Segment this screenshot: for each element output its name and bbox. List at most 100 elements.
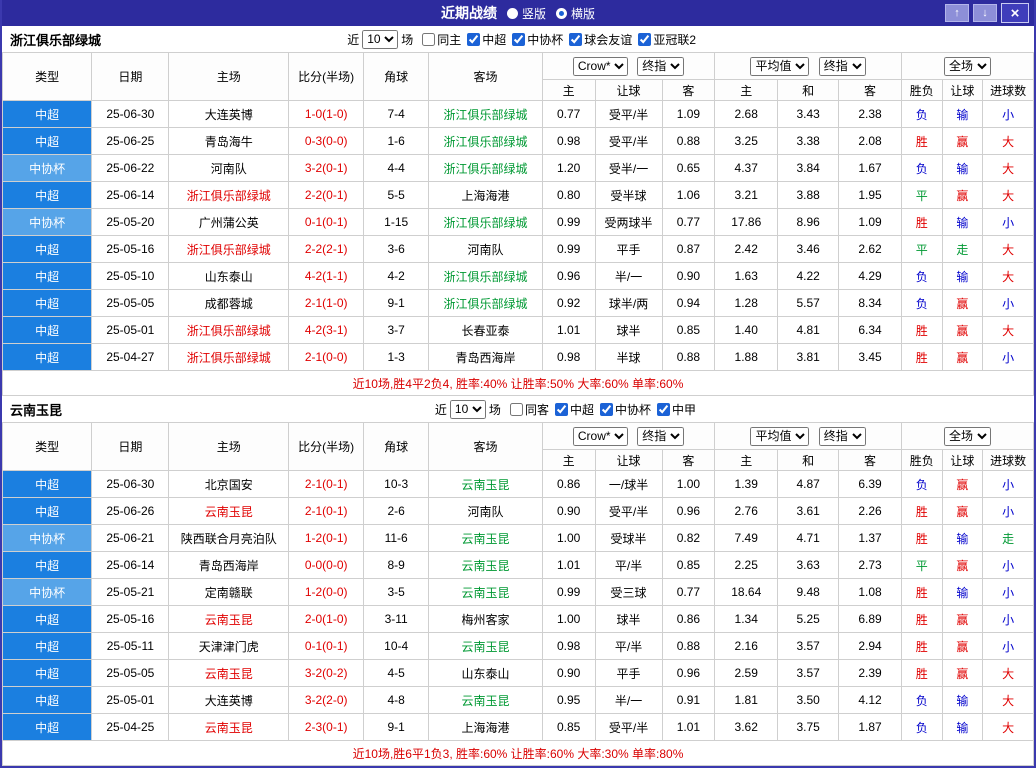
result-goals: 小: [982, 551, 1034, 579]
filter-checkbox-input[interactable]: [509, 402, 523, 416]
handicap-time-select[interactable]: 终指: [637, 426, 685, 446]
away-team: 河南队: [428, 235, 543, 263]
filter-checkbox-input[interactable]: [569, 32, 583, 46]
eu-draw-odds: 5.57: [777, 289, 840, 317]
match-type: 中超: [1, 235, 93, 263]
result-wdl: 胜: [900, 208, 943, 236]
ah-away-odds: 0.86: [661, 605, 716, 633]
filter-亚冠联2[interactable]: 亚冠联2: [638, 31, 696, 48]
filter-checkboxes: 同客 中超 中协杯 中甲: [504, 401, 696, 418]
corner-score: 1-15: [363, 208, 430, 236]
filter-checkbox-label: 中超: [482, 32, 507, 47]
col-ah-away: 客: [661, 79, 716, 101]
scope-select[interactable]: 全场: [943, 426, 991, 446]
ah-home-odds: 0.92: [541, 289, 596, 317]
filter-中超[interactable]: 中超: [467, 31, 506, 48]
col-eu-home: 主: [714, 79, 779, 101]
filter-中超[interactable]: 中超: [554, 401, 594, 418]
europe-time-select[interactable]: 终指: [818, 426, 866, 446]
match-type: 中超: [1, 632, 93, 660]
eu-home-odds: 1.40: [714, 316, 779, 344]
ah-home-odds: 1.20: [541, 154, 596, 182]
matches-table: 类型 日期 主场 比分(半场) 角球 客场 Crow* 终指 平均值 终指 全场…: [1, 52, 1035, 396]
match-type: 中超: [1, 497, 93, 525]
result-handicap: 输: [941, 713, 984, 741]
scroll-up-button[interactable]: ↑: [945, 4, 969, 22]
match-type: 中协杯: [1, 578, 93, 606]
col-goals-result: 进球数: [982, 449, 1034, 471]
scroll-down-button[interactable]: ↓: [973, 4, 997, 22]
score: 0-1(0-1): [288, 208, 365, 236]
down-arrow-icon: ↓: [982, 6, 988, 19]
view-option-horizontal[interactable]: 横版: [556, 5, 595, 22]
filter-checkbox-input[interactable]: [422, 32, 436, 46]
filter-同主[interactable]: 同主: [422, 31, 461, 48]
bookmaker-select[interactable]: Crow*: [572, 426, 628, 446]
result-handicap: 赢: [941, 605, 984, 633]
result-goals: 小: [982, 208, 1034, 236]
away-team: 浙江俱乐部绿城: [428, 208, 543, 236]
ah-home-odds: 0.99: [541, 235, 596, 263]
filter-checkbox-input[interactable]: [638, 32, 652, 46]
title-group: 近期战绩 竖版 横版: [441, 3, 595, 23]
ah-away-odds: 0.96: [661, 497, 716, 525]
ah-away-odds: 1.01: [661, 713, 716, 741]
filters: 近 10 场 同客 中超 中协杯 中甲: [435, 399, 696, 419]
ah-line: 半/一: [594, 686, 663, 714]
eu-draw-odds: 4.22: [777, 262, 840, 290]
col-score: 比分(半场): [288, 52, 365, 101]
europe-source-select[interactable]: 平均值: [750, 56, 810, 76]
view-option-vertical[interactable]: 竖版: [506, 5, 546, 22]
result-goals: 大: [982, 316, 1034, 344]
filter-中协杯[interactable]: 中协杯: [512, 31, 563, 48]
scope-select[interactable]: 全场: [943, 56, 991, 76]
col-ah-away: 客: [661, 449, 716, 471]
ah-line: 半/一: [594, 262, 663, 290]
matches-table: 类型 日期 主场 比分(半场) 角球 客场 Crow* 终指 平均值 终指 全场…: [1, 422, 1035, 766]
col-home: 主场: [168, 422, 290, 471]
bookmaker-select[interactable]: Crow*: [572, 56, 628, 76]
home-team: 云南玉昆: [168, 713, 290, 741]
result-goals: 小: [982, 343, 1034, 371]
result-wdl: 胜: [900, 343, 943, 371]
match-count-select[interactable]: 10: [449, 399, 486, 419]
match-date: 25-04-27: [91, 343, 170, 371]
filter-checkbox-input[interactable]: [512, 32, 526, 46]
match-row: 中超 25-06-14 浙江俱乐部绿城 2-2(0-1) 5-5 上海海港 0.80 受半球 1…: [1, 181, 1034, 209]
filter-checkbox-input[interactable]: [599, 402, 613, 416]
filter-checkbox-input[interactable]: [467, 32, 481, 46]
home-team: 广州蒲公英: [168, 208, 290, 236]
result-handicap: 赢: [941, 659, 984, 687]
close-button[interactable]: ×: [1001, 3, 1029, 23]
filter-同客[interactable]: 同客: [509, 401, 549, 418]
titlebar: 近期战绩 竖版 横版 ↑ ↓ ×: [2, 0, 1034, 26]
match-date: 25-05-01: [91, 316, 170, 344]
europe-source-select[interactable]: 平均值: [750, 426, 810, 446]
away-team: 青岛西海岸: [428, 343, 543, 371]
filter-球会友谊[interactable]: 球会友谊: [569, 31, 632, 48]
eu-home-odds: 1.34: [714, 605, 779, 633]
result-goals: 大: [982, 686, 1034, 714]
eu-draw-odds: 3.57: [777, 632, 840, 660]
europe-time-select[interactable]: 终指: [818, 56, 866, 76]
filter-中协杯[interactable]: 中协杯: [599, 401, 651, 418]
col-ah-home: 主: [541, 79, 596, 101]
col-ah-home: 主: [541, 449, 596, 471]
corner-score: 10-4: [363, 632, 430, 660]
corner-score: 11-6: [363, 524, 430, 552]
filter-checkbox-input[interactable]: [554, 402, 568, 416]
filter-checkbox-input[interactable]: [656, 402, 670, 416]
result-handicap: 输: [941, 208, 984, 236]
ah-home-odds: 0.90: [541, 659, 596, 687]
result-handicap: 赢: [941, 289, 984, 317]
match-count-select[interactable]: 10: [362, 29, 399, 49]
corner-score: 4-5: [363, 659, 430, 687]
filter-中甲[interactable]: 中甲: [656, 401, 696, 418]
result-goals: 小: [982, 605, 1034, 633]
result-handicap: 输: [941, 100, 984, 128]
ah-home-odds: 0.99: [541, 208, 596, 236]
handicap-time-select[interactable]: 终指: [637, 56, 685, 76]
ah-home-odds: 0.90: [541, 497, 596, 525]
ah-away-odds: 1.06: [661, 181, 716, 209]
away-team: 长春亚泰: [428, 316, 543, 344]
